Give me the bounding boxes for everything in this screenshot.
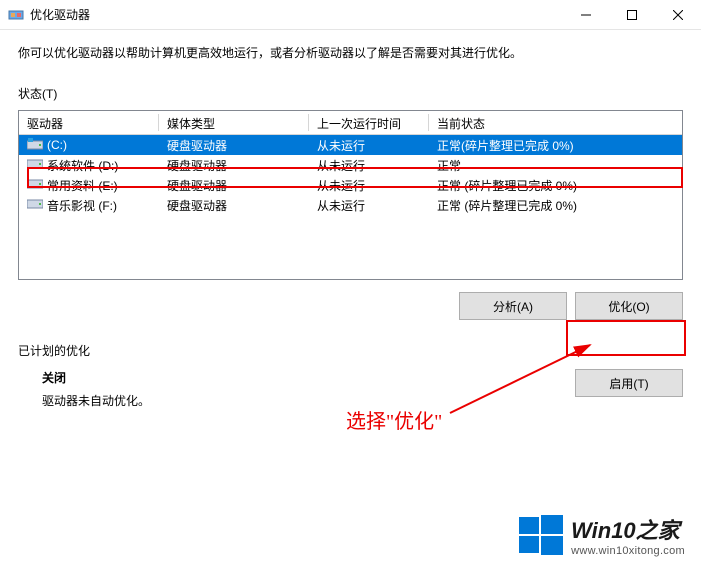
close-button[interactable] [655,0,701,30]
drive-icon [27,198,43,213]
last-run-cell: 从未运行 [309,135,429,156]
content-area: 你可以优化驱动器以帮助计算机更高效地运行，或者分析驱动器以了解是否需要对其进行优… [0,30,701,423]
drive-icon [27,138,43,153]
col-header-media[interactable]: 媒体类型 [159,111,309,134]
media-cell: 硬盘驱动器 [159,195,309,216]
window-controls [563,0,701,29]
schedule-label: 已计划的优化 [18,342,683,359]
media-cell: 硬盘驱动器 [159,175,309,196]
table-row[interactable]: 常用资料 (E:) 硬盘驱动器从未运行正常 (碎片整理已完成 0%) [19,175,682,195]
schedule-detail: 驱动器未自动优化。 [42,392,150,409]
enable-button[interactable]: 启用(T) [575,369,683,397]
drive-name: 系统软件 (D:) [47,157,118,174]
watermark-brand: Win10之家 [571,513,685,545]
annotation-text: 选择"优化" [346,405,442,434]
status-cell: 正常 (碎片整理已完成 0%) [429,195,682,216]
windows-logo-icon [519,513,563,557]
last-run-cell: 从未运行 [309,195,429,216]
drive-cell: 音乐影视 (F:) [19,195,159,216]
media-cell: 硬盘驱动器 [159,135,309,156]
drive-name: 音乐影视 (F:) [47,197,117,214]
drive-cell: 系统软件 (D:) [19,155,159,176]
last-run-cell: 从未运行 [309,175,429,196]
col-header-status[interactable]: 当前状态 [429,111,682,134]
schedule-section: 已计划的优化 关闭 驱动器未自动优化。 启用(T) [18,342,683,409]
button-row: 分析(A) 优化(O) [18,292,683,320]
last-run-cell: 从未运行 [309,155,429,176]
drive-icon [27,158,43,173]
status-cell: 正常 (碎片整理已完成 0%) [429,175,682,196]
table-body: (C:)硬盘驱动器从未运行正常(碎片整理已完成 0%)系统软件 (D:)硬盘驱动… [19,135,682,215]
drive-icon [27,178,43,193]
status-cell: 正常(碎片整理已完成 0%) [429,135,682,156]
minimize-button[interactable] [563,0,609,30]
schedule-text: 关闭 驱动器未自动优化。 [42,369,150,409]
drive-table: 驱动器 媒体类型 上一次运行时间 当前状态 (C:)硬盘驱动器从未运行正常(碎片… [18,110,683,280]
drive-cell: (C:) [19,136,159,155]
col-header-last[interactable]: 上一次运行时间 [309,111,429,134]
status-cell: 正常 [429,155,682,176]
analyze-button[interactable]: 分析(A) [459,292,567,320]
drive-cell: 常用资料 (E:) [19,175,159,196]
schedule-status: 关闭 [42,369,150,386]
table-header: 驱动器 媒体类型 上一次运行时间 当前状态 [19,111,682,135]
window-title: 优化驱动器 [30,6,563,23]
table-row[interactable]: (C:) 硬盘驱动器从未运行正常(碎片整理已完成 0%) [19,135,682,155]
media-cell: 硬盘驱动器 [159,155,309,176]
status-section-label: 状态(T) [18,85,683,102]
description-text: 你可以优化驱动器以帮助计算机更高效地运行，或者分析驱动器以了解是否需要对其进行优… [18,44,683,61]
table-row[interactable]: 系统软件 (D:) 硬盘驱动器从未运行正常 [19,155,682,175]
watermark-url: www.win10xitong.com [571,545,685,557]
drive-name: 常用资料 (E:) [47,177,118,194]
col-header-drive[interactable]: 驱动器 [19,111,159,134]
drive-name: (C:) [47,138,67,152]
table-row[interactable]: 音乐影视 (F:) 硬盘驱动器从未运行正常 (碎片整理已完成 0%) [19,195,682,215]
titlebar: 优化驱动器 [0,0,701,30]
app-icon [8,7,24,23]
maximize-button[interactable] [609,0,655,30]
watermark: Win10之家 www.win10xitong.com [519,513,685,557]
optimize-button[interactable]: 优化(O) [575,292,683,320]
